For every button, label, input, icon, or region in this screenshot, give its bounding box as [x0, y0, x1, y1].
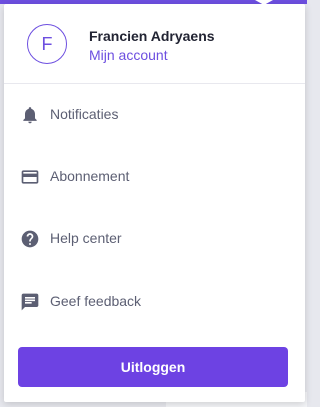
menu-item-feedback[interactable]: Geef feedback	[4, 280, 305, 324]
menu-item-label: Notificaties	[50, 106, 119, 122]
profile-header: F Francien Adryaens Mijn account	[4, 4, 305, 84]
my-account-link[interactable]: Mijn account	[89, 47, 168, 63]
avatar: F	[27, 24, 67, 64]
bell-icon	[20, 105, 40, 125]
logout-button[interactable]: Uitloggen	[18, 347, 288, 387]
menu-item-help-center[interactable]: Help center	[4, 217, 305, 261]
menu-item-label: Help center	[50, 230, 122, 246]
menu-item-notifications[interactable]: Notificaties	[4, 93, 305, 137]
user-name: Francien Adryaens	[89, 28, 215, 44]
account-dropdown: F Francien Adryaens Mijn account Notific…	[4, 0, 305, 402]
menu-item-subscription[interactable]: Abonnement	[4, 155, 305, 199]
menu-item-label: Geef feedback	[50, 293, 142, 309]
feedback-icon	[20, 292, 40, 312]
help-circle-icon	[20, 229, 40, 249]
credit-card-icon	[20, 167, 40, 187]
menu-item-label: Abonnement	[50, 168, 130, 184]
